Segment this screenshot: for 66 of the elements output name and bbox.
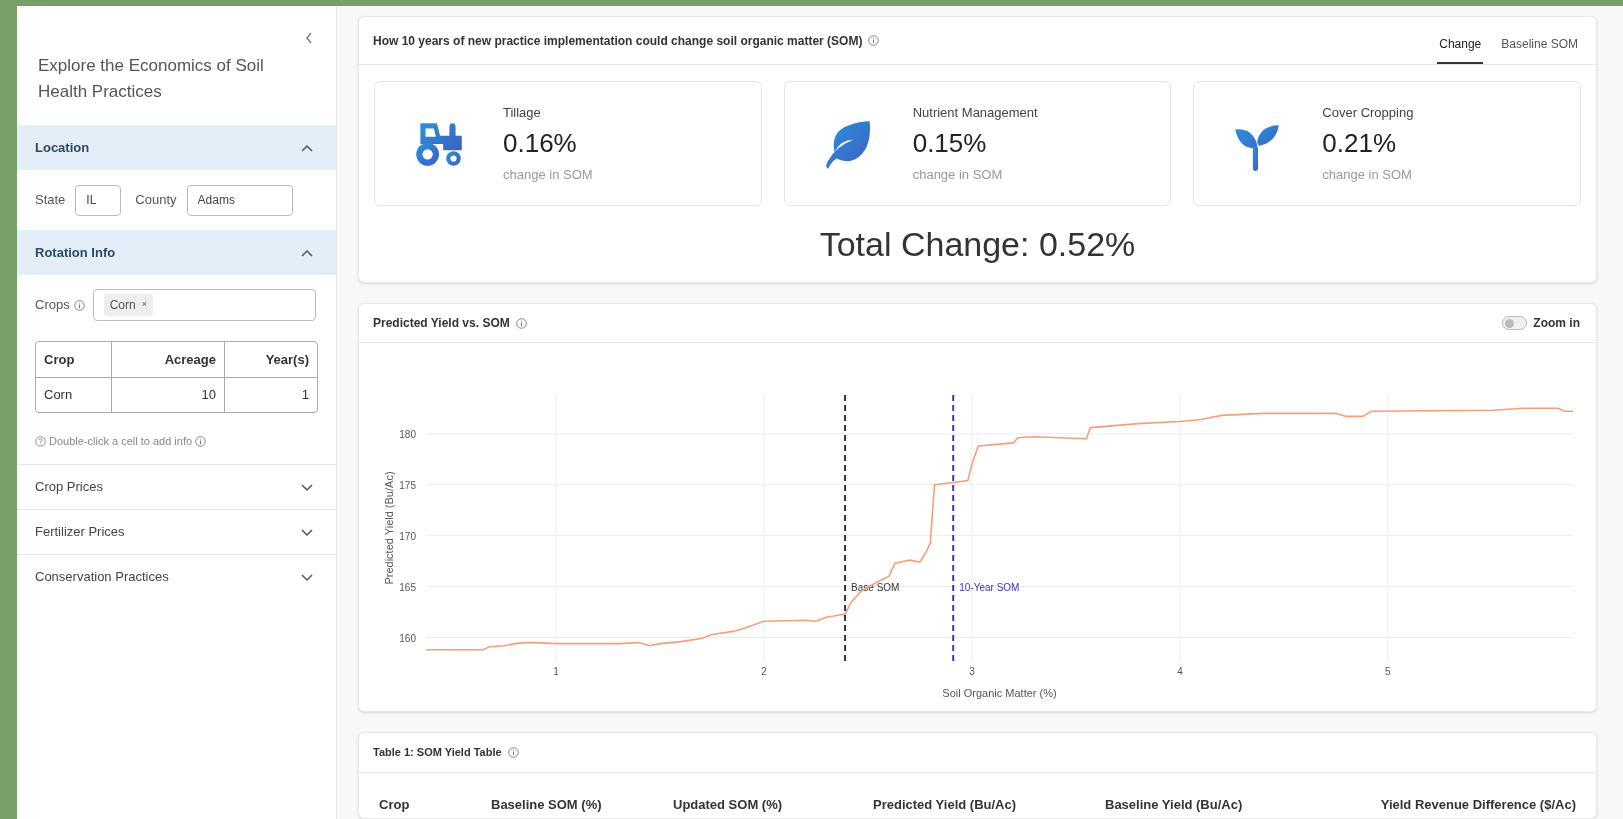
- practice-value: 0.21%: [1322, 126, 1398, 160]
- info-icon: [515, 317, 527, 329]
- card-title: Predicted Yield vs. SOM: [373, 315, 510, 332]
- collapse-icon: [304, 31, 314, 45]
- axis-tick-label: 4: [1177, 666, 1183, 677]
- tab[interactable]: Baseline SOM: [1499, 26, 1580, 64]
- table-cell[interactable]: 10: [111, 378, 224, 412]
- axis-tick-label: 175: [399, 479, 416, 491]
- practice-value: 0.15%: [912, 126, 988, 160]
- info-icon: [195, 435, 207, 447]
- toggle-switch[interactable]: [1502, 316, 1528, 330]
- practice-caption: change in SOM: [503, 165, 593, 184]
- column-header: Year(s): [224, 342, 317, 377]
- column-header: Acreage: [111, 342, 224, 377]
- field-label: Crops: [35, 296, 70, 315]
- practice-caption: change in SOM: [1322, 165, 1413, 184]
- axis-tick-label: 165: [399, 581, 416, 593]
- text-field[interactable]: IL: [75, 184, 122, 216]
- column-header: Predicted Yield (Bu/Ac): [873, 796, 1018, 814]
- practice-name: Cover Cropping: [1322, 104, 1414, 122]
- axis-tick-label: 170: [399, 530, 416, 542]
- column-header: Yield Revenue Difference ($/Ac): [1379, 796, 1576, 814]
- practice-name: Nutrient Management: [912, 104, 1038, 122]
- info-icon: [507, 747, 519, 758]
- help-icon: [35, 435, 46, 447]
- column-header: Baseline Yield (Bu/Ac): [1105, 796, 1244, 814]
- hint-text: Double-click a cell to add info: [49, 434, 193, 449]
- section-title: Conservation Practices: [35, 567, 169, 586]
- info-icon: [73, 299, 85, 311]
- column-header: Baseline SOM (%): [491, 796, 603, 814]
- section-title: Fertilizer Prices: [35, 522, 125, 541]
- section-header[interactable]: Location: [17, 125, 336, 170]
- text-field[interactable]: Adams: [186, 184, 293, 216]
- practice-name: Tillage: [503, 104, 542, 122]
- axis-tick-label: 2: [761, 666, 767, 677]
- axis-title: Soil Organic Matter (%): [942, 687, 1057, 699]
- section-header[interactable]: Rotation Info: [17, 230, 336, 275]
- total-change: Total Change: 0.52%: [819, 224, 1136, 265]
- multi-select-field[interactable]: Corn ×: [92, 289, 316, 321]
- column-header: Crop: [43, 350, 76, 369]
- axis-tick-label: 3: [969, 666, 975, 677]
- table-cell[interactable]: Corn: [36, 378, 111, 412]
- field-label: State: [35, 191, 66, 210]
- axis-tick-label: 160: [399, 632, 416, 644]
- field-label: County: [135, 191, 177, 210]
- axis-tick-label: 1: [553, 666, 559, 677]
- column-header: Updated SOM (%): [673, 796, 784, 814]
- info-icon: [868, 35, 880, 46]
- table-cell[interactable]: 1: [224, 378, 317, 412]
- remove-tag-button[interactable]: ×: [141, 298, 147, 312]
- practice-caption: change in SOM: [912, 165, 1004, 184]
- axis-tick-label: 5: [1385, 666, 1391, 677]
- section-title: Rotation Info: [35, 243, 116, 262]
- toggle-label: Zoom in: [1533, 315, 1580, 332]
- column-header: Crop: [379, 796, 411, 814]
- tag-label: Corn: [109, 297, 136, 314]
- axis-title: Predicted Yield (Bu/Ac): [383, 471, 395, 585]
- tab[interactable]: Change: [1437, 26, 1484, 64]
- reference-label: 10-Year SOM: [959, 581, 1020, 593]
- section-title: Crop Prices: [35, 477, 103, 496]
- axis-tick-label: 180: [399, 428, 416, 440]
- section-title: Location: [35, 138, 90, 157]
- sidebar-title: Explore the Economics of Soil Health Practices: [37, 55, 265, 103]
- card-title: How 10 years of new practice implementation could change soil organic matter (SOM): [373, 32, 863, 50]
- card-title: Table 1: SOM Yield Table: [373, 745, 502, 761]
- practice-value: 0.16%: [503, 126, 578, 160]
